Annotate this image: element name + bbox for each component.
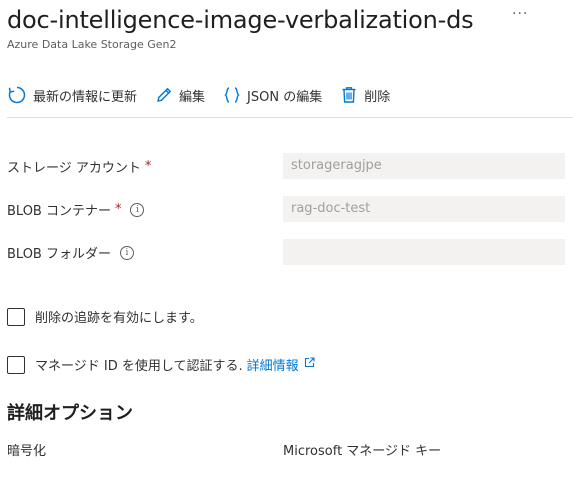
pencil-icon bbox=[155, 86, 173, 104]
blob-folder-field[interactable] bbox=[283, 239, 565, 265]
external-link-icon bbox=[299, 357, 315, 372]
trash-icon bbox=[340, 86, 358, 104]
info-icon[interactable]: i bbox=[130, 202, 145, 217]
encryption-label: 暗号化 bbox=[7, 444, 47, 459]
delete-button[interactable]: 削除 bbox=[340, 86, 390, 105]
managed-identity-label: マネージド ID を使用して認証する. bbox=[35, 359, 243, 374]
learn-more-link[interactable]: 詳細情報 bbox=[247, 355, 315, 374]
managed-identity-row: マネージド ID を使用して認証する. 詳細情報 bbox=[7, 355, 315, 374]
command-bar: 最新の情報に更新 編集 JSON の編集 削除 bbox=[7, 83, 390, 107]
edit-label: 編集 bbox=[179, 89, 206, 105]
blob-container-field[interactable]: rag-doc-test bbox=[283, 196, 565, 222]
info-icon[interactable]: i bbox=[119, 245, 134, 260]
deletion-tracking-checkbox[interactable] bbox=[7, 307, 25, 326]
page-title: doc-intelligence-image-verbalization-ds bbox=[7, 6, 474, 34]
deletion-tracking-row: 削除の追跡を有効にします。 bbox=[7, 307, 203, 326]
page-subtitle: Azure Data Lake Storage Gen2 bbox=[7, 38, 177, 51]
refresh-button[interactable]: 最新の情報に更新 bbox=[7, 85, 137, 105]
encryption-value: Microsoft マネージド キー bbox=[283, 444, 442, 459]
delete-label: 削除 bbox=[364, 89, 391, 105]
edit-button[interactable]: 編集 bbox=[155, 86, 205, 105]
more-options-button[interactable]: ··· bbox=[512, 6, 528, 22]
managed-identity-checkbox[interactable] bbox=[7, 355, 25, 374]
braces-icon bbox=[223, 86, 241, 104]
blob-folder-label: BLOB フォルダー i bbox=[7, 243, 134, 262]
refresh-icon bbox=[7, 85, 27, 105]
required-marker: * bbox=[114, 202, 122, 217]
storage-account-field[interactable]: storageragjpe bbox=[283, 153, 565, 179]
learn-more-link-text: 詳細情報 bbox=[246, 359, 299, 374]
advanced-options-heading: 詳細オプション bbox=[7, 403, 133, 424]
toolbar-divider bbox=[7, 117, 573, 118]
edit-json-button[interactable]: JSON の編集 bbox=[223, 86, 322, 105]
blob-container-label: BLOB コンテナー * i bbox=[7, 200, 145, 219]
refresh-label: 最新の情報に更新 bbox=[33, 89, 138, 105]
required-marker: * bbox=[144, 159, 152, 174]
deletion-tracking-label: 削除の追跡を有効にします。 bbox=[35, 311, 203, 326]
blob-folder-label-text: BLOB フォルダー bbox=[7, 247, 111, 262]
edit-json-label: JSON の編集 bbox=[247, 89, 323, 105]
storage-account-label-text: ストレージ アカウント bbox=[7, 161, 141, 176]
blob-container-label-text: BLOB コンテナー bbox=[7, 204, 111, 219]
storage-account-label: ストレージ アカウント * bbox=[7, 157, 151, 176]
